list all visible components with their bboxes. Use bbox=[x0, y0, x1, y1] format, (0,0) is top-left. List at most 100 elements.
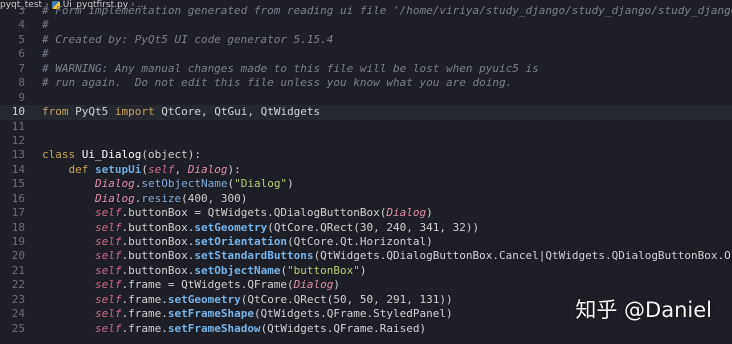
code-token: self bbox=[94, 235, 122, 248]
code-token: ): bbox=[227, 162, 241, 176]
code-line[interactable]: 18 self.buttonBox.setGeometry(QtCore.QRe… bbox=[0, 221, 732, 235]
code-line[interactable]: 15 Dialog.setObjectName("Dialog") bbox=[0, 177, 732, 191]
code-token: (QtWidgets.QFrame.Raised) bbox=[260, 321, 427, 335]
code-line[interactable]: 8 # run again. Do not edit this file unle… bbox=[0, 76, 732, 90]
code-token: setupUi bbox=[95, 162, 142, 176]
code-token: class bbox=[42, 148, 82, 162]
code-token: .frame. bbox=[121, 321, 168, 335]
code-line[interactable]: 4 # bbox=[0, 18, 732, 32]
code-line[interactable]: 16 Dialog.resize(400, 300) bbox=[0, 192, 732, 206]
line-number: 13 bbox=[11, 148, 25, 162]
code-token: Dialog bbox=[293, 278, 334, 292]
code-text: # Form implementation generated from rea… bbox=[42, 4, 732, 18]
line-number: 14 bbox=[11, 162, 25, 176]
code-token: .buttonBox. bbox=[121, 249, 195, 263]
code-token: setFrameShape bbox=[167, 307, 254, 321]
code-token: setOrientation bbox=[194, 235, 288, 248]
code-token: self bbox=[94, 206, 122, 220]
line-number: 25 bbox=[11, 321, 25, 335]
line-number: 24 bbox=[11, 307, 25, 321]
code-line[interactable]: 22 self.frame = QtWidgets.QFrame(Dialog) bbox=[0, 278, 732, 292]
code-line[interactable]: 21 self.buttonBox.setObjectName("buttonB… bbox=[0, 264, 732, 278]
code-text: # Created by: PyQt5 UI code generator 5.… bbox=[42, 33, 732, 47]
line-number: 9 bbox=[18, 90, 25, 104]
code-token: setFrameShadow bbox=[167, 321, 261, 335]
code-token: ) bbox=[426, 206, 433, 220]
code-line[interactable]: 11 bbox=[0, 120, 732, 134]
code-text: # run again. Do not edit this file unles… bbox=[42, 76, 732, 90]
code-token: # bbox=[42, 18, 49, 32]
code-text: self.buttonBox.setGeometry(QtCore.QRect(… bbox=[42, 221, 732, 235]
code-line[interactable]: 6 # bbox=[0, 47, 732, 61]
code-token: import bbox=[114, 105, 162, 119]
watermark: 知乎 @Daniel bbox=[575, 298, 712, 322]
code-line[interactable]: 3 # Form implementation generated from re… bbox=[0, 4, 732, 18]
code-token: (QtCore.Qt.Horizontal) bbox=[287, 235, 433, 248]
code-token: , bbox=[174, 162, 188, 176]
code-line[interactable]: 14 def setupUi(self, Dialog): bbox=[0, 163, 732, 177]
code-text: # WARNING: Any manual changes made to th… bbox=[42, 62, 732, 76]
code-line[interactable]: 19 self.buttonBox.setOrientation(QtCore.… bbox=[0, 235, 732, 249]
code-token: (QtWidgets.QDialogButtonBox.Cancel|QtWid… bbox=[313, 249, 732, 263]
line-number: 23 bbox=[11, 292, 25, 306]
code-token: Dialog bbox=[94, 191, 135, 205]
line-number: 15 bbox=[11, 177, 25, 191]
code-line[interactable]: 17 self.buttonBox = QtWidgets.QDialogBut… bbox=[0, 206, 732, 220]
code-token: .frame = QtWidgets.QFrame( bbox=[121, 278, 294, 292]
code-token: QtCore, QtGui, QtWidgets bbox=[161, 105, 321, 119]
code-text: self.buttonBox = QtWidgets.QDialogButton… bbox=[42, 206, 732, 220]
code-token: # WARNING: Any manual changes made to th… bbox=[42, 61, 539, 75]
code-token: .frame. bbox=[121, 292, 168, 306]
code-token: (object): bbox=[141, 148, 201, 162]
code-token: (400, 300) bbox=[181, 191, 248, 205]
line-number: 10 bbox=[11, 105, 25, 119]
line-number: 8 bbox=[18, 76, 25, 90]
code-token: # run again. Do not edit this file unles… bbox=[42, 76, 513, 90]
code-line[interactable]: 9 bbox=[0, 91, 732, 105]
code-text: self.buttonBox.setObjectName("buttonBox"… bbox=[42, 264, 732, 278]
code-token: ) bbox=[359, 263, 367, 277]
line-number: 7 bbox=[18, 61, 25, 75]
code-token: setObjectName bbox=[194, 263, 281, 277]
code-line[interactable]: 5 # Created by: PyQt5 UI code generator 5… bbox=[0, 33, 732, 47]
code-token: (QtCore.QRect(50, 50, 291, 131)) bbox=[240, 292, 453, 306]
code-token: self bbox=[94, 249, 122, 263]
code-line[interactable]: 12 bbox=[0, 134, 732, 148]
code-text: class Ui_Dialog(object): bbox=[42, 148, 732, 162]
code-editor[interactable]: 3 # Form implementation generated from re… bbox=[0, 4, 732, 336]
code-token: self bbox=[94, 278, 122, 292]
code-token: "Dialog" bbox=[234, 177, 288, 191]
code-text: Dialog.setObjectName("Dialog") bbox=[42, 177, 732, 191]
code-token: # Created by: PyQt5 UI code generator 5.… bbox=[42, 32, 334, 46]
code-token: (QtWidgets.QFrame.StyledPanel) bbox=[253, 307, 453, 321]
line-number: 20 bbox=[11, 249, 25, 263]
code-token: setGeometry bbox=[194, 220, 268, 234]
code-token: setObjectName bbox=[141, 177, 228, 191]
code-text: # bbox=[42, 47, 732, 61]
code-token: Dialog bbox=[187, 162, 228, 176]
line-number: 12 bbox=[11, 133, 25, 147]
code-line[interactable]: 10 from PyQt5 import QtCore, QtGui, QtWid… bbox=[0, 105, 732, 120]
code-token: self bbox=[94, 307, 122, 321]
code-token: .frame. bbox=[121, 307, 168, 321]
line-number: 6 bbox=[18, 47, 25, 61]
code-token: .buttonBox. bbox=[121, 220, 195, 234]
code-token: # bbox=[42, 47, 49, 61]
code-line[interactable]: 7 # WARNING: Any manual changes made to t… bbox=[0, 62, 732, 76]
code-token: from bbox=[42, 105, 76, 119]
code-line[interactable]: 20 self.buttonBox.setStandardButtons(QtW… bbox=[0, 249, 732, 263]
code-token: ( bbox=[141, 162, 148, 176]
code-token: setStandardButtons bbox=[194, 249, 314, 263]
code-line[interactable]: 13 class Ui_Dialog(object): bbox=[0, 148, 732, 162]
code-text: from PyQt5 import QtCore, QtGui, QtWidge… bbox=[42, 105, 732, 119]
code-token: "buttonBox" bbox=[287, 263, 360, 277]
code-token: (QtCore.QRect(30, 240, 341, 32)) bbox=[267, 220, 480, 234]
code-token: Dialog bbox=[94, 177, 135, 191]
line-number: 4 bbox=[18, 18, 25, 32]
